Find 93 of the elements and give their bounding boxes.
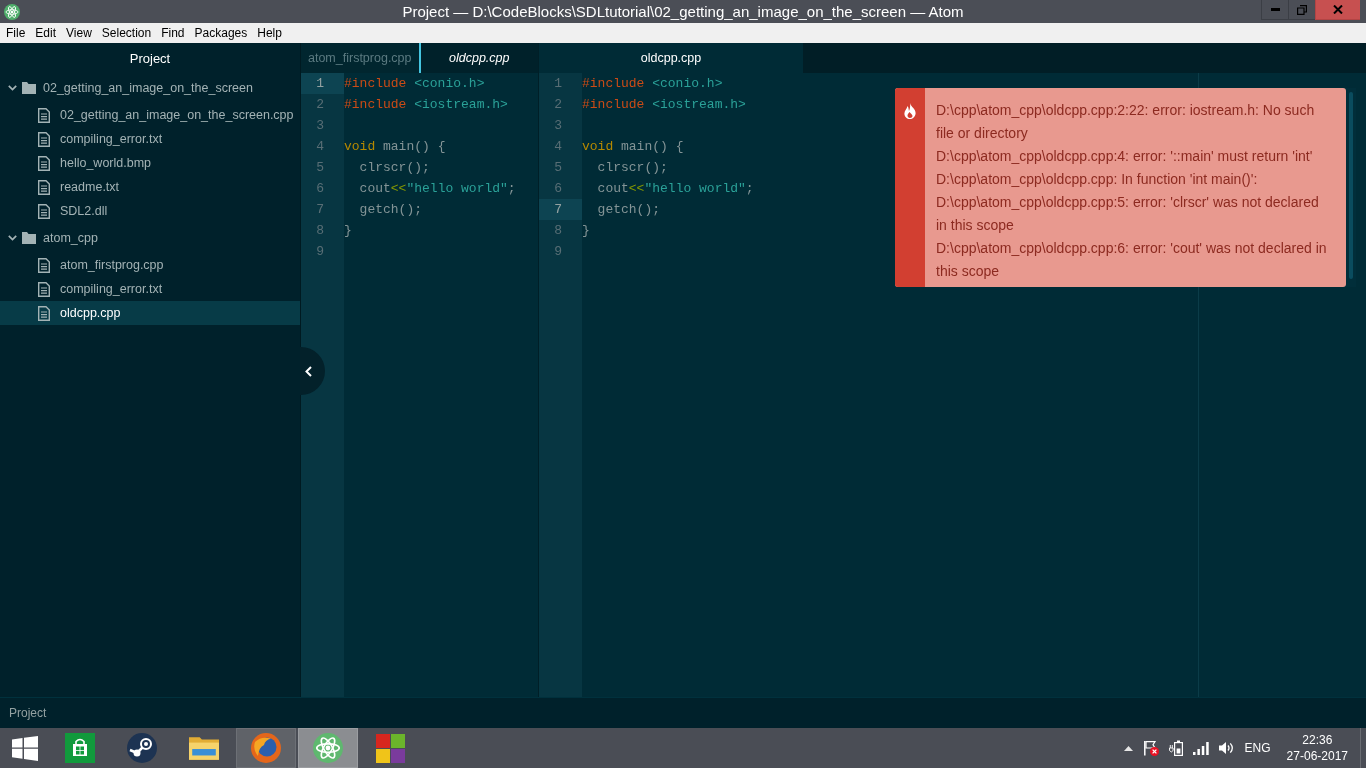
error-message: D:\cpp\atom_cpp\oldcpp.cpp:4: error: '::main' must return 'int' [936, 147, 1314, 166]
atom-icon[interactable] [313, 733, 343, 763]
line-number: 4 [553, 138, 563, 156]
line-number: 8 [315, 222, 325, 240]
folder-icon [22, 232, 36, 244]
language-indicator[interactable]: ENG [1244, 741, 1271, 755]
line-number: 7 [315, 201, 325, 219]
restore-icon [1297, 4, 1307, 15]
line-number: 3 [553, 117, 563, 135]
panel-tab[interactable]: Project [0, 43, 300, 73]
window-title: Project — D:\CodeBlocks\SDLtutorial\02_getting_an_image_on_the_screen — Atom [402, 3, 964, 20]
tree-item[interactable]: readme.txt [0, 175, 300, 199]
error-message: D:\cpp\atom_cpp\oldcpp.cpp: In function 'int main()': [936, 170, 1259, 189]
folder-icon [22, 82, 36, 94]
close-button[interactable] [1315, 0, 1360, 20]
line-number: 2 [553, 96, 563, 114]
caret-up-icon[interactable] [1123, 745, 1133, 751]
folder-item[interactable]: atom_cpp [0, 226, 300, 250]
document-icon [38, 107, 50, 123]
line-number: 6 [315, 180, 325, 198]
minimize-icon [1270, 8, 1280, 11]
tree-item[interactable]: hello_world.bmp [0, 151, 300, 175]
error-message: D:\cpp\atom_cpp\oldcpp.cpp:5: error: 'clrscr' was not declared in this scope [936, 193, 1320, 235]
document-icon [38, 281, 50, 297]
shopping-bag-icon[interactable] [65, 733, 95, 763]
document-icon [38, 179, 50, 195]
editor-tab[interactable]: atom_firstprog.cpp [301, 43, 419, 73]
tree-item[interactable]: atom_firstprog.cpp [0, 253, 300, 277]
tree-item[interactable]: 02_getting_an_image_on_the_screen.cpp [0, 103, 300, 127]
line-number: 2 [315, 96, 325, 114]
clock-time[interactable]: 22:36 [1302, 732, 1333, 748]
document-icon [38, 203, 50, 219]
windows-icon [12, 735, 38, 761]
code-line: getch(); [358, 202, 422, 217]
line-number: 8 [553, 222, 563, 240]
circle-logo-icon[interactable] [127, 733, 157, 763]
atom-icon [4, 3, 20, 20]
status-text: Project [9, 706, 47, 720]
tile-grid-icon[interactable] [375, 733, 405, 763]
speaker-icon[interactable] [1218, 741, 1235, 755]
code-line: #include <conio.h> [582, 76, 723, 91]
line-number: 1 [553, 75, 563, 93]
code-line: #include <conio.h> [344, 76, 485, 91]
globe-icon[interactable] [251, 733, 281, 763]
menu-item[interactable]: Find [156, 23, 190, 43]
menu-item[interactable]: Help [252, 23, 287, 43]
chevron-left-icon [305, 365, 312, 377]
line-number: 5 [553, 159, 563, 177]
folder-icon[interactable] [189, 736, 219, 760]
editor-tab[interactable]: oldcpp.cpp [539, 43, 803, 73]
error-message: D:\cpp\atom_cpp\oldcpp.cpp:2:22: error: iostream.h: No such file or directory [936, 101, 1316, 143]
line-number: 7 [539, 199, 582, 220]
line-number: 1 [301, 73, 344, 94]
line-number: 3 [315, 117, 325, 135]
tree-item[interactable]: SDL2.dll [0, 199, 300, 223]
line-number: 4 [315, 138, 325, 156]
signal-icon[interactable] [1192, 741, 1209, 755]
line-number: 6 [553, 180, 563, 198]
code-line: } [344, 223, 352, 238]
tree-item[interactable]: compiling_error.txt [0, 277, 300, 301]
code-line: cout<<"hello world"; [596, 181, 754, 196]
menu-item[interactable]: Edit [30, 23, 62, 43]
menu-item[interactable]: View [61, 23, 97, 43]
flame-icon [904, 103, 916, 119]
code-line: #include <iostream.h> [344, 97, 508, 112]
scrollbar-thumb[interactable] [1349, 92, 1353, 279]
code-line: #include <iostream.h> [582, 97, 746, 112]
code-line: getch(); [596, 202, 660, 217]
error-message: D:\cpp\atom_cpp\oldcpp.cpp:6: error: 'cout' was not declared in this scope [936, 239, 1328, 281]
menu-item[interactable]: File [1, 23, 31, 43]
menu-item[interactable]: Selection [96, 23, 157, 43]
flag-icon[interactable] [1142, 740, 1159, 756]
line-number: 5 [315, 159, 325, 177]
code-line: clrscr(); [358, 160, 430, 175]
code-line: cout<<"hello world"; [358, 181, 516, 196]
document-icon [38, 155, 50, 171]
line-number: 9 [553, 243, 563, 261]
tree-item[interactable]: oldcpp.cpp [0, 301, 300, 325]
document-icon [38, 305, 50, 321]
document-icon [38, 131, 50, 147]
close-icon [1333, 5, 1343, 14]
tree-item[interactable]: compiling_error.txt [0, 127, 300, 151]
code-line: clrscr(); [596, 160, 668, 175]
folder-item[interactable]: 02_getting_an_image_on_the_screen [0, 76, 300, 100]
menu-item[interactable]: Packages [189, 23, 253, 43]
battery-icon[interactable] [1168, 740, 1183, 756]
document-icon [38, 257, 50, 273]
editor-tab[interactable]: oldcpp.cpp [418, 43, 538, 73]
code-line: void main() { [344, 139, 446, 154]
line-number: 9 [315, 243, 325, 261]
code-line: } [582, 223, 590, 238]
clock-date[interactable]: 27-06-2017 [1286, 748, 1348, 764]
code-line: void main() { [582, 139, 684, 154]
